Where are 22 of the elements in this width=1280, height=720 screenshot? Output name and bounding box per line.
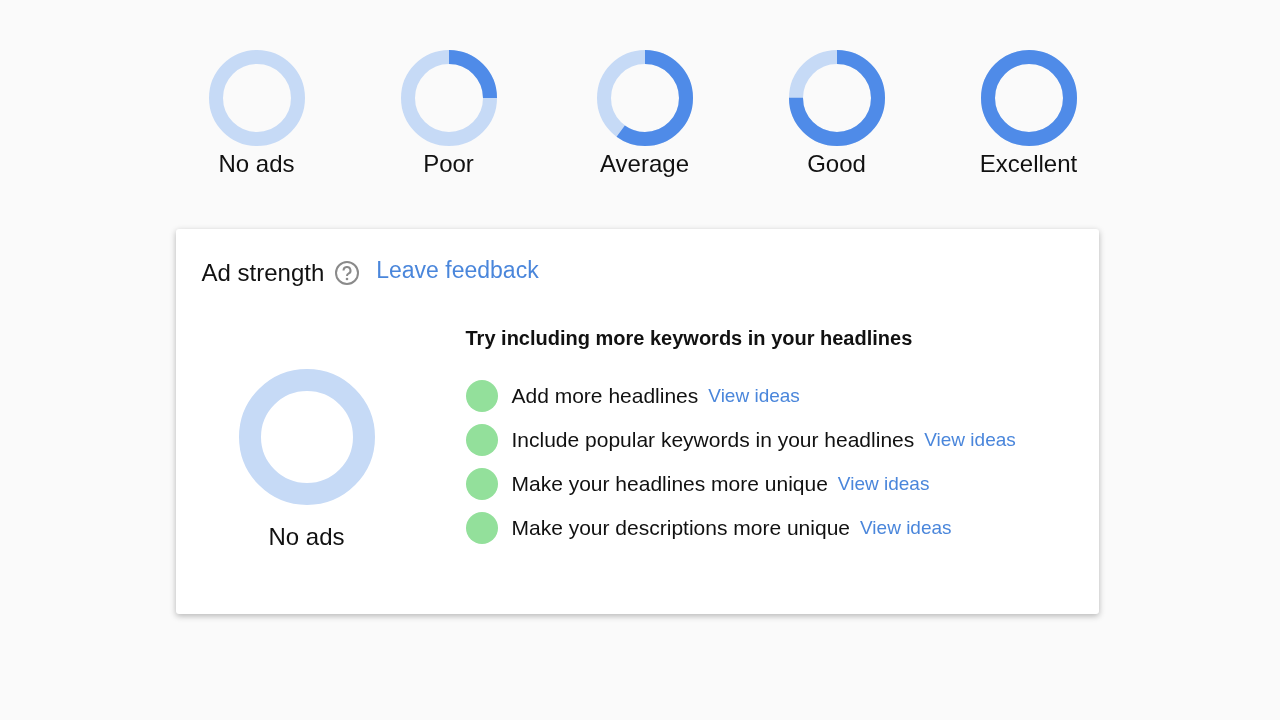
strength-label: No ads xyxy=(268,523,345,551)
help-icon[interactable] xyxy=(334,260,361,286)
view-ideas-link[interactable]: View ideas xyxy=(924,429,1016,451)
view-ideas-link[interactable]: View ideas xyxy=(708,385,800,407)
status-dot xyxy=(465,424,498,456)
leave-feedback-link[interactable]: Leave feedback xyxy=(376,256,539,284)
status-dot xyxy=(465,380,498,412)
strength-label: Poor xyxy=(423,149,474,179)
suggestion-text: Make your descriptions more unique xyxy=(511,516,850,540)
suggestion-text: Include popular keywords in your headlines xyxy=(511,428,915,452)
card-title: Ad strength xyxy=(201,259,325,287)
strength-label: Good xyxy=(807,149,866,179)
suggestion-text: Make your headlines more unique xyxy=(511,472,828,496)
status-dot xyxy=(465,468,498,500)
suggestions-heading: Try including more keywords in your headlines xyxy=(465,327,914,350)
view-ideas-link[interactable]: View ideas xyxy=(837,473,930,495)
strength-label: No ads xyxy=(218,149,295,179)
suggestion-text: Add more headlines xyxy=(511,384,699,408)
status-dot xyxy=(465,512,498,544)
view-ideas-link[interactable]: View ideas xyxy=(860,517,952,539)
strength-label: Excellent xyxy=(979,149,1078,179)
strength-label: Average xyxy=(600,149,689,179)
